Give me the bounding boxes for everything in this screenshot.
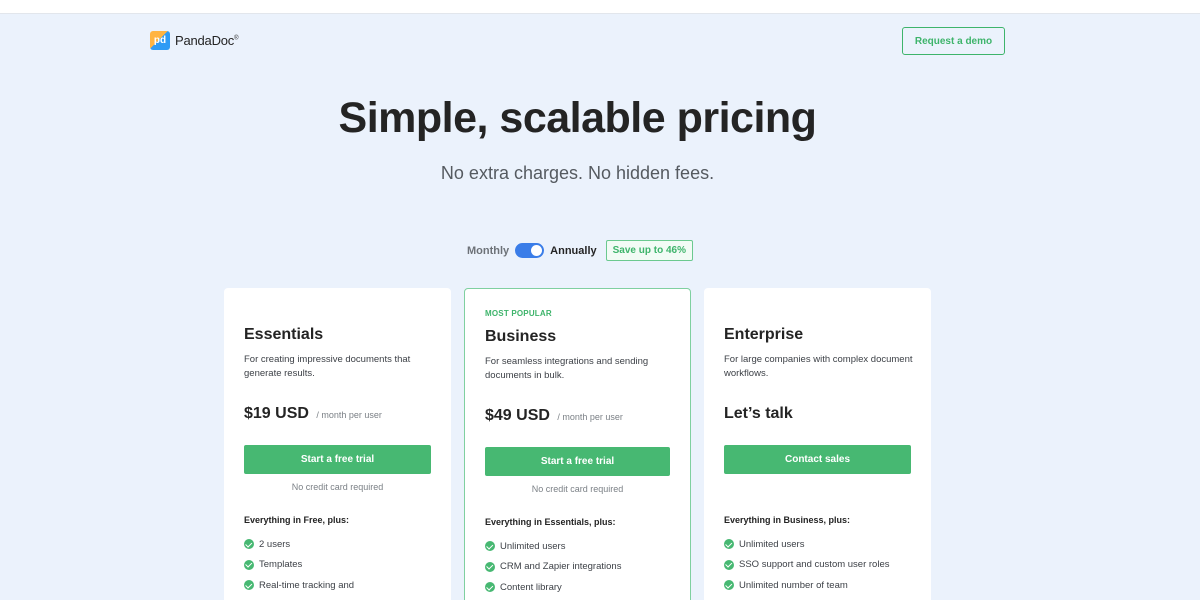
plan-card-essentials: Essentials For creating impressive docum… xyxy=(224,288,451,600)
check-icon xyxy=(244,580,254,591)
billing-annually-label[interactable]: Annually xyxy=(550,245,596,257)
check-icon xyxy=(485,541,495,552)
plan-price: $19 USD / month per user xyxy=(244,405,382,423)
check-icon xyxy=(724,559,734,570)
check-icon xyxy=(485,582,495,593)
feature-item: 2 users xyxy=(244,534,354,555)
page-subtitle: No extra charges. No hidden fees. xyxy=(440,163,715,183)
registered-mark: ® xyxy=(234,35,239,42)
pandadoc-logo[interactable]: pd PandaDoc® xyxy=(150,31,239,50)
feature-item: CRM and Zapier integrations xyxy=(485,557,621,578)
feature-item: SSO support and custom user roles xyxy=(724,555,890,576)
plan-description: For creating impressive documents that g… xyxy=(244,354,411,379)
features-title: Everything in Essentials, plus: xyxy=(485,517,616,527)
price-amount: $19 USD xyxy=(244,405,309,422)
feature-item: Templates xyxy=(244,555,354,576)
feature-list: 2 users Templates Real-time tracking and xyxy=(244,534,354,596)
request-demo-button[interactable]: Request a demo xyxy=(902,27,1005,55)
start-free-trial-button[interactable]: Start a free trial xyxy=(485,447,670,476)
feature-list: Unlimited users SSO support and custom u… xyxy=(724,534,890,596)
check-icon xyxy=(724,580,734,591)
billing-toggle-row: Monthly Annually Save up to 46% xyxy=(467,240,693,261)
feature-item: Content library xyxy=(485,577,621,598)
feature-label: Unlimited users xyxy=(739,538,805,550)
features-title: Everything in Business, plus: xyxy=(724,515,851,525)
feature-item: Unlimited number of team xyxy=(724,575,890,596)
feature-label: CRM and Zapier integrations xyxy=(500,561,622,573)
check-icon xyxy=(244,559,254,570)
feature-label: Content library xyxy=(500,581,562,593)
price-unit: / month per user xyxy=(316,410,382,420)
logo-text: PandaDoc® xyxy=(175,33,239,48)
check-icon xyxy=(485,561,495,572)
no-credit-card-note: No credit card required xyxy=(531,484,624,494)
feature-label: Unlimited number of team xyxy=(739,579,848,591)
feature-label: Real-time tracking and xyxy=(259,579,355,591)
pandadoc-logo-icon: pd xyxy=(150,31,170,50)
billing-period-toggle[interactable] xyxy=(515,243,545,258)
most-popular-badge: MOST POPULAR xyxy=(485,309,552,318)
feature-item: Unlimited users xyxy=(724,534,890,555)
feature-item: Unlimited users xyxy=(485,536,621,557)
page-title: Simple, scalable pricing xyxy=(338,94,817,142)
plan-name: Essentials xyxy=(244,326,324,343)
feature-label: 2 users xyxy=(259,538,291,550)
feature-list: Unlimited users CRM and Zapier integrati… xyxy=(485,536,621,598)
toggle-knob xyxy=(531,245,543,256)
billing-monthly-label[interactable]: Monthly xyxy=(467,245,509,257)
start-free-trial-button[interactable]: Start a free trial xyxy=(244,445,431,474)
plan-card-enterprise: Enterprise For large companies with comp… xyxy=(704,288,931,600)
feature-label: Unlimited users xyxy=(500,540,566,552)
site-header: pd PandaDoc® Request a demo xyxy=(150,27,1005,55)
contact-sales-button[interactable]: Contact sales xyxy=(724,445,911,474)
plan-price: Let’s talk xyxy=(724,405,793,423)
browser-top-bar xyxy=(0,0,1200,14)
feature-label: SSO support and custom user roles xyxy=(739,559,890,571)
price-amount: Let’s talk xyxy=(724,405,793,422)
no-credit-card-note: No credit card required xyxy=(291,482,384,492)
plan-price: $49 USD / month per user xyxy=(485,407,623,425)
logo-text-label: PandaDoc xyxy=(175,33,235,48)
features-title: Everything in Free, plus: xyxy=(244,515,350,525)
check-icon xyxy=(724,539,734,550)
plan-name: Business xyxy=(485,328,557,345)
feature-label: Templates xyxy=(259,559,303,571)
save-badge: Save up to 46% xyxy=(605,240,693,261)
plan-name: Enterprise xyxy=(724,326,804,343)
feature-item: Real-time tracking and xyxy=(244,575,354,596)
price-unit: / month per user xyxy=(557,412,623,422)
plan-card-business: MOST POPULAR Business For seamless integ… xyxy=(464,288,691,600)
plan-description: For seamless integrations and sending do… xyxy=(485,356,649,381)
plan-description: For large companies with complex documen… xyxy=(724,354,913,379)
check-icon xyxy=(244,539,254,550)
price-amount: $49 USD xyxy=(485,407,550,424)
